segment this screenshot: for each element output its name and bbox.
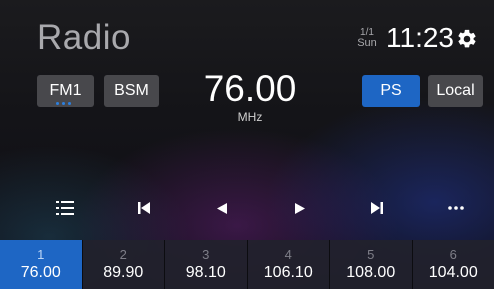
seek-back-icon[interactable]	[207, 193, 237, 223]
seek-forward-icon[interactable]	[285, 193, 315, 223]
more-icon[interactable]	[441, 193, 471, 223]
preset-6[interactable]: 6 104.00	[412, 240, 494, 289]
gear-icon[interactable]	[456, 28, 478, 50]
preset-1[interactable]: 1 76.00	[0, 240, 83, 289]
preset-4[interactable]: 4 106.10	[247, 240, 330, 289]
date-weekday: Sun	[357, 37, 377, 49]
bsm-button[interactable]: BSM	[104, 75, 159, 107]
page-title: Radio	[37, 18, 131, 57]
local-button[interactable]: Local	[428, 75, 483, 107]
preset-frequency: 104.00	[428, 263, 478, 281]
clock: 11:23	[386, 22, 454, 53]
preset-number: 6	[449, 246, 457, 262]
ps-button[interactable]: PS	[362, 75, 420, 107]
frequency-display: 76.00	[203, 68, 297, 109]
preset-2[interactable]: 2 89.90	[82, 240, 165, 289]
preset-number: 1	[37, 246, 45, 262]
preset-bar: 1 76.00 2 89.90 3 98.10 4 106.10 5 108.0…	[0, 240, 494, 289]
preset-frequency: 76.00	[20, 263, 61, 281]
list-icon[interactable]	[50, 193, 80, 223]
band-indicator-dots	[56, 102, 71, 105]
preset-number: 5	[367, 246, 375, 262]
preset-5[interactable]: 5 108.00	[330, 240, 413, 289]
preset-frequency: 89.90	[103, 263, 144, 281]
preset-number: 2	[119, 246, 127, 262]
preset-frequency: 106.10	[263, 263, 313, 281]
preset-frequency: 98.10	[185, 263, 226, 281]
preset-number: 4	[284, 246, 292, 262]
preset-frequency: 108.00	[346, 263, 396, 281]
preset-number: 3	[202, 246, 210, 262]
frequency-unit: MHz	[237, 110, 263, 124]
skip-previous-icon[interactable]	[129, 193, 159, 223]
date-display: 1/1 Sun	[354, 27, 380, 49]
preset-3[interactable]: 3 98.10	[165, 240, 248, 289]
radio-screen: Radio 1/1 Sun 11:23 FM1 BSM 76.00 MHz PS…	[0, 0, 494, 289]
skip-next-icon[interactable]	[362, 193, 392, 223]
